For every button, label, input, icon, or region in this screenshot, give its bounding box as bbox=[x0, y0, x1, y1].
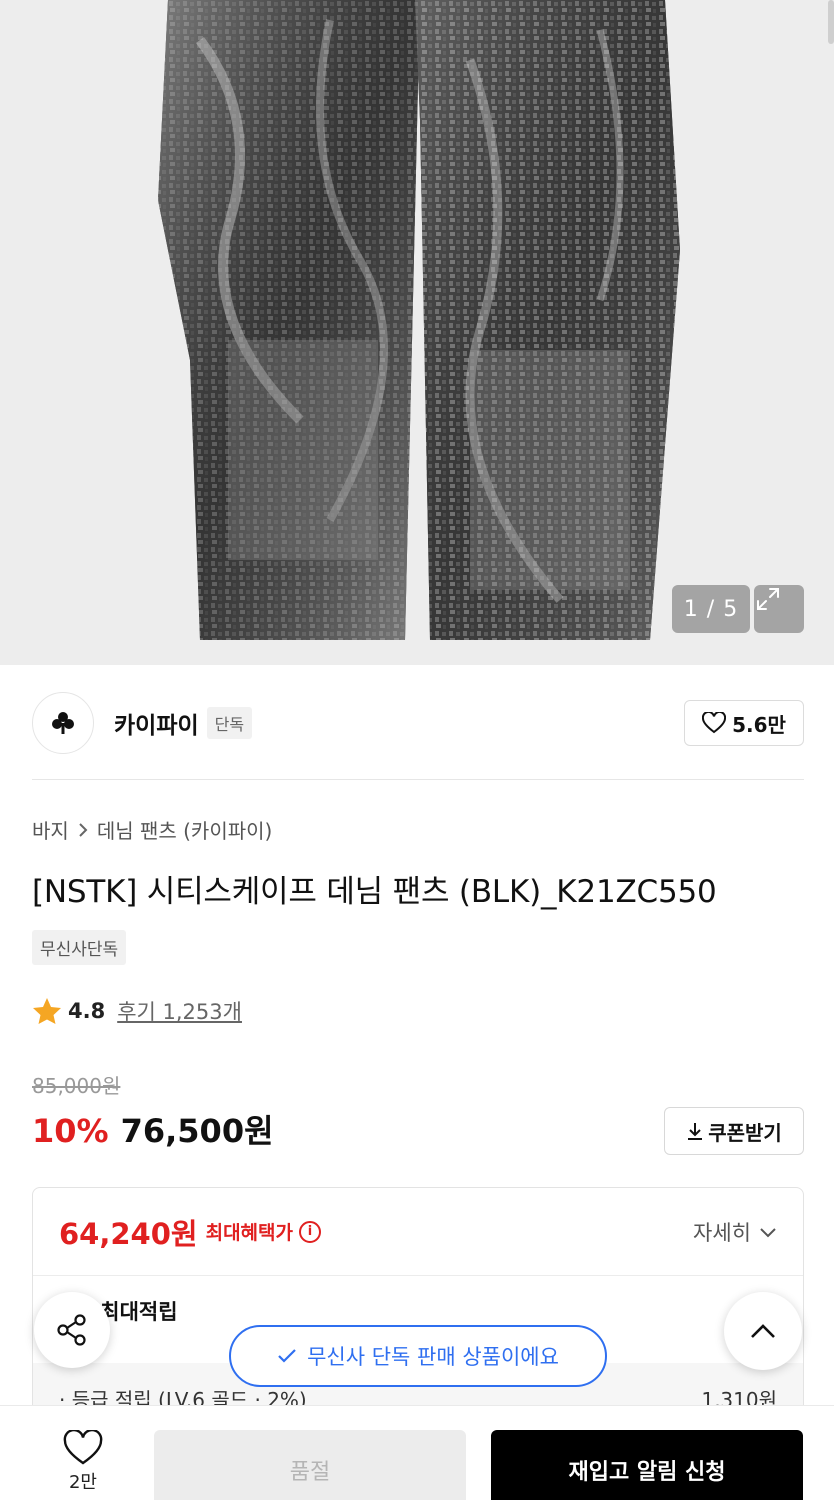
expand-image-button[interactable] bbox=[754, 585, 804, 633]
max-benefit-label: 최대혜택가 bbox=[205, 1222, 293, 1244]
share-button[interactable] bbox=[34, 1292, 110, 1368]
coupon-button[interactable]: 쿠폰받기 bbox=[664, 1107, 804, 1155]
wishlist-count: 2만 bbox=[68, 1472, 97, 1493]
heart-icon bbox=[702, 712, 727, 734]
chevron-down-icon bbox=[760, 1227, 776, 1237]
review-count-link[interactable]: 후기 1,253개 bbox=[117, 996, 242, 1026]
brand-name[interactable]: 카이파이 bbox=[114, 706, 199, 740]
exclusive-toast: 무신사 단독 판매 상품이에요 bbox=[229, 1325, 607, 1387]
brand-logo[interactable] bbox=[32, 692, 94, 754]
heart-icon bbox=[63, 1430, 103, 1465]
breadcrumb: 바지 데님 팬츠 (카이파이) bbox=[32, 815, 272, 844]
price-row: 10% 76,500원 bbox=[32, 1106, 274, 1152]
check-icon bbox=[278, 1349, 296, 1363]
scroll-top-button[interactable] bbox=[724, 1292, 802, 1370]
restock-alert-button[interactable]: 재입고 알림 신청 bbox=[491, 1430, 803, 1500]
max-benefit-price: 64,240원 bbox=[59, 1216, 198, 1251]
toast-message: 무신사 단독 판매 상품이에요 bbox=[307, 1345, 559, 1369]
star-icon bbox=[33, 998, 61, 1024]
breadcrumb-item-subcategory[interactable]: 데님 팬츠 (카이파이) bbox=[97, 815, 273, 844]
soldout-button: 품절 bbox=[154, 1430, 466, 1500]
brand-logo-icon bbox=[52, 712, 74, 734]
expand-icon bbox=[757, 588, 779, 610]
brand-row: 카이파이 단독 5.6만 bbox=[32, 690, 804, 756]
chevron-right-icon bbox=[79, 822, 88, 837]
rating-score: 4.8 bbox=[68, 999, 106, 1023]
benefit-header[interactable]: 64,240원 최대혜택가 i 자세히 bbox=[33, 1188, 803, 1276]
divider bbox=[32, 779, 804, 780]
rating: 4.8 후기 1,253개 bbox=[32, 996, 242, 1026]
info-icon[interactable]: i bbox=[299, 1220, 321, 1243]
wishlist-button[interactable]: 2만 bbox=[38, 1430, 128, 1494]
breadcrumb-item-category[interactable]: 바지 bbox=[32, 815, 69, 844]
download-icon bbox=[688, 1123, 703, 1140]
sale-price: 76,500원 bbox=[120, 1112, 274, 1150]
product-title: [NSTK] 시티스케이프 데님 팬츠 (BLK)_K21ZC550 bbox=[32, 874, 717, 910]
exclusive-badge: 단독 bbox=[206, 707, 253, 739]
scroll-indicator[interactable] bbox=[828, 0, 834, 44]
chevron-up-icon bbox=[751, 1324, 775, 1338]
bottom-action-bar: 2만 품절 재입고 알림 신청 bbox=[0, 1405, 834, 1500]
benefit-detail-toggle[interactable]: 자세히 bbox=[693, 1217, 777, 1247]
original-price: 85,000원 bbox=[32, 1074, 121, 1098]
brand-like-button[interactable]: 5.6만 bbox=[684, 700, 804, 746]
exclusive-tag: 무신사단독 bbox=[32, 930, 127, 965]
coupon-button-label: 쿠폰받기 bbox=[708, 1120, 782, 1145]
discount-rate: 10% bbox=[32, 1112, 109, 1150]
benefit-detail-label: 자세히 bbox=[693, 1220, 751, 1245]
brand-like-count: 5.6만 bbox=[732, 712, 786, 737]
image-counter: 1 / 5 bbox=[672, 585, 750, 633]
product-image bbox=[158, 0, 680, 640]
product-image-gallery[interactable]: 1 / 5 bbox=[0, 0, 834, 665]
share-icon bbox=[57, 1314, 86, 1346]
